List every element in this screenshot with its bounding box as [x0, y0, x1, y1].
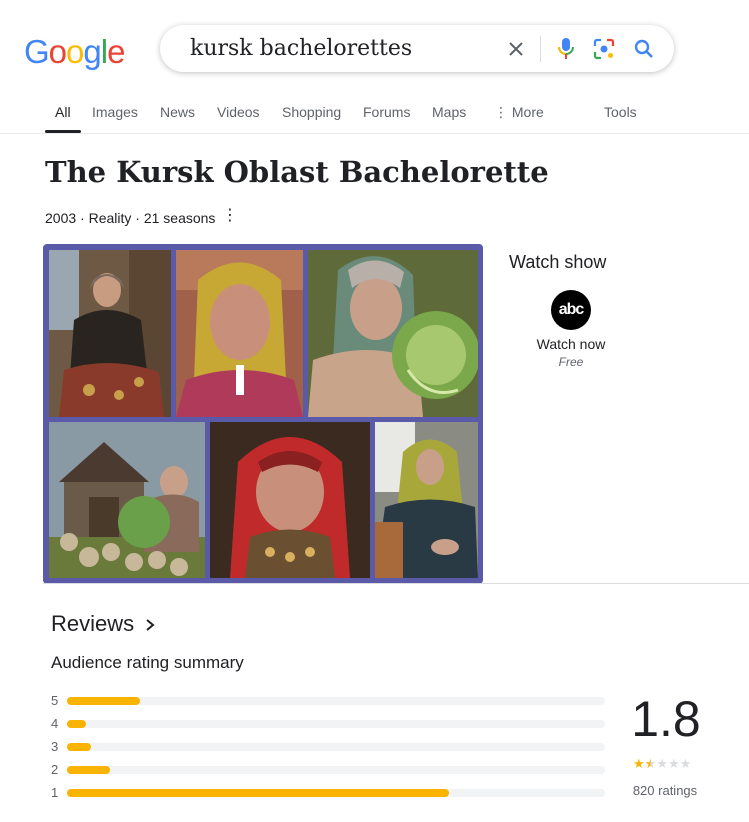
- search-tabs: All Images News Videos Shopping Forums M…: [0, 97, 749, 134]
- photo-barn-yarn[interactable]: [49, 422, 205, 578]
- audience-rating-summary-heading: Audience rating summary: [51, 653, 244, 672]
- tab-images[interactable]: Images: [92, 104, 138, 120]
- photo-woman-cabbage[interactable]: [308, 250, 478, 417]
- rating-bar-fill: [67, 766, 110, 774]
- page-title: The Kursk Oblast Bachelorette: [45, 155, 549, 189]
- active-tab-indicator: [45, 130, 81, 133]
- watch-show-heading: Watch show: [509, 252, 607, 272]
- rating-bar-fill: [67, 697, 140, 705]
- microphone-icon[interactable]: [554, 36, 578, 62]
- logo-letter: o: [66, 33, 84, 70]
- star-rating: ★★★★★: [633, 756, 691, 772]
- search-input[interactable]: kursk bachelorettes: [190, 36, 412, 61]
- close-icon[interactable]: [504, 37, 528, 61]
- watch-now-link[interactable]: Watch now: [536, 336, 606, 352]
- rating-bar-row: 2: [51, 762, 611, 777]
- photo-woman-seated[interactable]: [49, 250, 171, 417]
- tab-more[interactable]: ⋮ More: [494, 104, 544, 121]
- rating-bar-row: 4: [51, 716, 611, 731]
- star-icon: ★: [679, 756, 692, 771]
- rating-bar-label: 1: [51, 785, 59, 800]
- logo-letter: G: [24, 33, 50, 70]
- rating-bar-label: 2: [51, 762, 59, 777]
- rating-bar-track: [67, 789, 605, 797]
- rating-bar-track: [67, 720, 605, 728]
- rating-bar-fill: [67, 743, 91, 751]
- rating-bar-label: 5: [51, 693, 59, 708]
- rating-bar-row: 1: [51, 785, 611, 800]
- reviews-heading[interactable]: Reviews: [51, 611, 134, 637]
- star-icon: ★: [633, 756, 645, 771]
- google-logo[interactable]: Google: [24, 33, 125, 71]
- tab-shopping[interactable]: Shopping: [282, 104, 341, 120]
- rating-bar-row: 3: [51, 739, 611, 754]
- logo-letter: g: [83, 33, 101, 70]
- rating-bar-fill: [67, 720, 86, 728]
- photo-woman-yellow-scarf[interactable]: [375, 422, 478, 578]
- star-icon: ★: [656, 756, 668, 771]
- rating-bar-track: [67, 766, 605, 774]
- search-icon[interactable]: [632, 37, 656, 61]
- image-collage[interactable]: [43, 244, 483, 584]
- vertical-dots-icon[interactable]: ⋮: [222, 206, 238, 226]
- ratings-count: 820 ratings: [632, 783, 698, 798]
- photo-woman-headscarf[interactable]: [176, 250, 303, 417]
- rating-bar-track: [67, 743, 605, 751]
- logo-letter: o: [48, 33, 67, 70]
- tab-forums[interactable]: Forums: [363, 104, 410, 120]
- tab-tools[interactable]: Tools: [604, 104, 637, 120]
- chevron-right-icon[interactable]: [143, 615, 157, 641]
- abc-logo[interactable]: abc: [551, 290, 591, 330]
- show-meta: 2003 · Reality · 21 seasons: [45, 210, 216, 226]
- rating-bar-fill: [67, 789, 449, 797]
- section-divider: [43, 583, 749, 584]
- star-icon: ★: [644, 756, 657, 771]
- rating-bar-label: 3: [51, 739, 59, 754]
- tab-news[interactable]: News: [160, 104, 195, 120]
- camera-lens-icon[interactable]: [592, 37, 616, 61]
- tab-all[interactable]: All: [55, 104, 71, 120]
- average-rating: 1.8: [631, 691, 701, 747]
- logo-letter: e: [107, 33, 125, 70]
- photo-woman-red-scarf[interactable]: [210, 422, 370, 578]
- search-box[interactable]: kursk bachelorettes: [160, 25, 674, 72]
- rating-bar-label: 4: [51, 716, 59, 731]
- star-icon: ★: [667, 756, 680, 771]
- rating-bar-track: [67, 697, 605, 705]
- search-divider: [540, 36, 541, 62]
- rating-bar-row: 5: [51, 693, 611, 708]
- watch-price: Free: [558, 355, 584, 369]
- tab-videos[interactable]: Videos: [217, 104, 260, 120]
- tab-maps[interactable]: Maps: [432, 104, 466, 120]
